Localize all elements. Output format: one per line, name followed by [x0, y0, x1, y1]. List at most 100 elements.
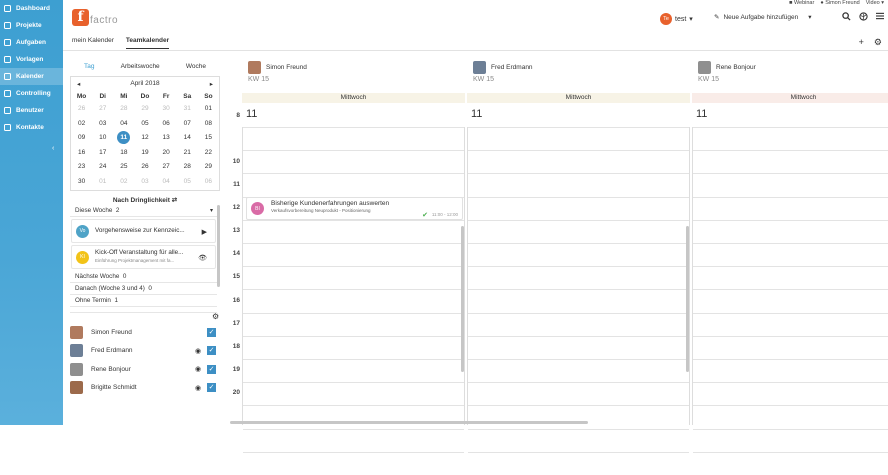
task-card[interactable]: Vo Vorgehensweise zur Kennzeic... ▶	[71, 219, 216, 243]
calendar-day[interactable]: 19	[134, 146, 155, 161]
time-slot[interactable]	[693, 359, 888, 382]
time-slot[interactable]	[468, 451, 689, 475]
calendar-day[interactable]: 03	[92, 117, 113, 132]
factro-logo[interactable]: f factro	[72, 9, 118, 26]
new-task-button[interactable]: ✎ Neue Aufgabe hinzufügen ▾	[714, 13, 812, 22]
calendar-day[interactable]: 13	[156, 131, 177, 146]
time-slot[interactable]	[243, 451, 464, 475]
calendar-day[interactable]: 03	[134, 175, 155, 190]
calendar-day[interactable]: 06	[198, 175, 219, 190]
priority-title[interactable]: Nach Dringlichkeit ⇄	[70, 196, 220, 204]
eye-icon[interactable]: ◉	[193, 384, 203, 392]
time-slot[interactable]	[468, 382, 689, 405]
search-icon[interactable]	[842, 12, 851, 23]
calendar-day[interactable]: 04	[113, 117, 134, 132]
time-slot[interactable]	[693, 451, 888, 475]
day-column[interactable]	[692, 127, 888, 453]
calendar-day[interactable]: 30	[71, 175, 92, 190]
sidebar-item-benutzer[interactable]: Benutzer	[0, 102, 63, 119]
collapse-sidebar-icon[interactable]: ‹	[52, 145, 54, 152]
calendar-day[interactable]: 09	[71, 131, 92, 146]
person-visible-checkbox[interactable]: ✓	[207, 346, 216, 356]
calendar-day[interactable]: 07	[177, 117, 198, 132]
time-slot[interactable]	[243, 312, 464, 336]
time-slot[interactable]	[468, 359, 689, 382]
calendar-day[interactable]: 01	[92, 175, 113, 190]
time-slot[interactable]	[243, 266, 464, 289]
calendar-day[interactable]: 21	[177, 146, 198, 161]
time-slot[interactable]	[693, 428, 888, 452]
time-slot[interactable]	[468, 335, 689, 359]
group-later[interactable]: Danach (Woche 3 und 4) 0	[70, 283, 217, 295]
video-link[interactable]: Video ▾	[866, 0, 884, 6]
eye-icon[interactable]: ◉	[193, 347, 203, 355]
gear-icon[interactable]: ⚙	[212, 312, 219, 321]
calendar-day[interactable]: 06	[156, 117, 177, 132]
time-slot[interactable]	[693, 289, 888, 312]
task-card[interactable]: KI Kick-Off Veranstaltung für alle... Einf…	[71, 245, 216, 269]
calendar-day[interactable]: 20	[156, 146, 177, 161]
calendar-day[interactable]: 27	[156, 160, 177, 175]
time-slot[interactable]	[468, 289, 689, 312]
time-slot[interactable]	[468, 266, 689, 289]
calendar-day[interactable]: 12	[134, 131, 155, 146]
time-slot[interactable]	[468, 173, 689, 196]
calendar-day[interactable]: 15	[198, 131, 219, 146]
time-slot[interactable]	[693, 405, 888, 428]
time-slot[interactable]	[693, 335, 888, 359]
time-slot[interactable]	[243, 428, 464, 452]
time-slot[interactable]	[693, 219, 888, 243]
calendar-day[interactable]: 05	[134, 117, 155, 132]
calendar-day[interactable]: 14	[177, 131, 198, 146]
time-slot[interactable]	[243, 173, 464, 196]
account-link[interactable]: ● Simon Freund	[820, 0, 859, 6]
calendar-event[interactable]: BI Bisherige Kundenerfahrungen auswerten…	[246, 197, 463, 220]
calendar-day[interactable]: 29	[198, 160, 219, 175]
calendar-day[interactable]: 23	[71, 160, 92, 175]
calendar-day-selected[interactable]: 11	[113, 131, 134, 146]
time-slot[interactable]	[468, 196, 689, 220]
tab-my-calendar[interactable]: mein Kalender	[72, 37, 114, 49]
day-column[interactable]	[242, 127, 465, 453]
add-icon[interactable]: +	[859, 37, 864, 48]
view-day-tab[interactable]: Tag	[84, 63, 94, 70]
calendar-day[interactable]: 30	[156, 102, 177, 117]
time-slot[interactable]	[243, 219, 464, 243]
calendar-day[interactable]: 17	[92, 146, 113, 161]
sidebar-item-projekte[interactable]: Projekte	[0, 17, 63, 34]
time-slot[interactable]	[243, 243, 464, 266]
time-slot[interactable]	[243, 382, 464, 405]
sidebar-item-kontakte[interactable]: Kontakte	[0, 119, 63, 136]
eye-icon[interactable]: 👁	[198, 254, 207, 262]
time-slot[interactable]	[243, 150, 464, 173]
time-slot[interactable]	[693, 382, 888, 405]
day-column[interactable]	[467, 127, 690, 453]
calendar-day[interactable]: 26	[134, 160, 155, 175]
time-slot[interactable]	[693, 243, 888, 266]
next-month-icon[interactable]: ▸	[210, 80, 213, 88]
time-slot[interactable]	[468, 150, 689, 173]
calendar-day[interactable]: 16	[71, 146, 92, 161]
prev-month-icon[interactable]: ◂	[77, 80, 80, 88]
calendar-day[interactable]: 08	[198, 117, 219, 132]
menu-icon[interactable]	[876, 12, 884, 23]
time-slot[interactable]	[468, 127, 689, 150]
time-slot[interactable]	[243, 405, 464, 428]
time-slot[interactable]	[468, 405, 689, 428]
calendar-day[interactable]: 26	[71, 102, 92, 117]
time-slot[interactable]	[468, 428, 689, 452]
calendar-day[interactable]: 25	[113, 160, 134, 175]
calendar-day[interactable]: 28	[177, 160, 198, 175]
calendar-day[interactable]: 04	[156, 175, 177, 190]
calendar-day[interactable]: 18	[113, 146, 134, 161]
person-visible-checkbox[interactable]: ✓	[207, 364, 216, 374]
tab-team-calendar[interactable]: Teamkalender	[125, 37, 170, 49]
calendar-day[interactable]: 02	[71, 117, 92, 132]
group-this-week[interactable]: Diese Woche 2 ▾	[70, 205, 217, 217]
person-visible-checkbox[interactable]: ✓	[207, 327, 216, 337]
user-menu[interactable]: Te test ▾	[660, 13, 693, 25]
calendar-day[interactable]: 10	[92, 131, 113, 146]
group-next-week[interactable]: Nächste Woche 0	[70, 271, 217, 283]
time-slot[interactable]	[693, 266, 888, 289]
column-scrollbar[interactable]	[461, 226, 464, 372]
